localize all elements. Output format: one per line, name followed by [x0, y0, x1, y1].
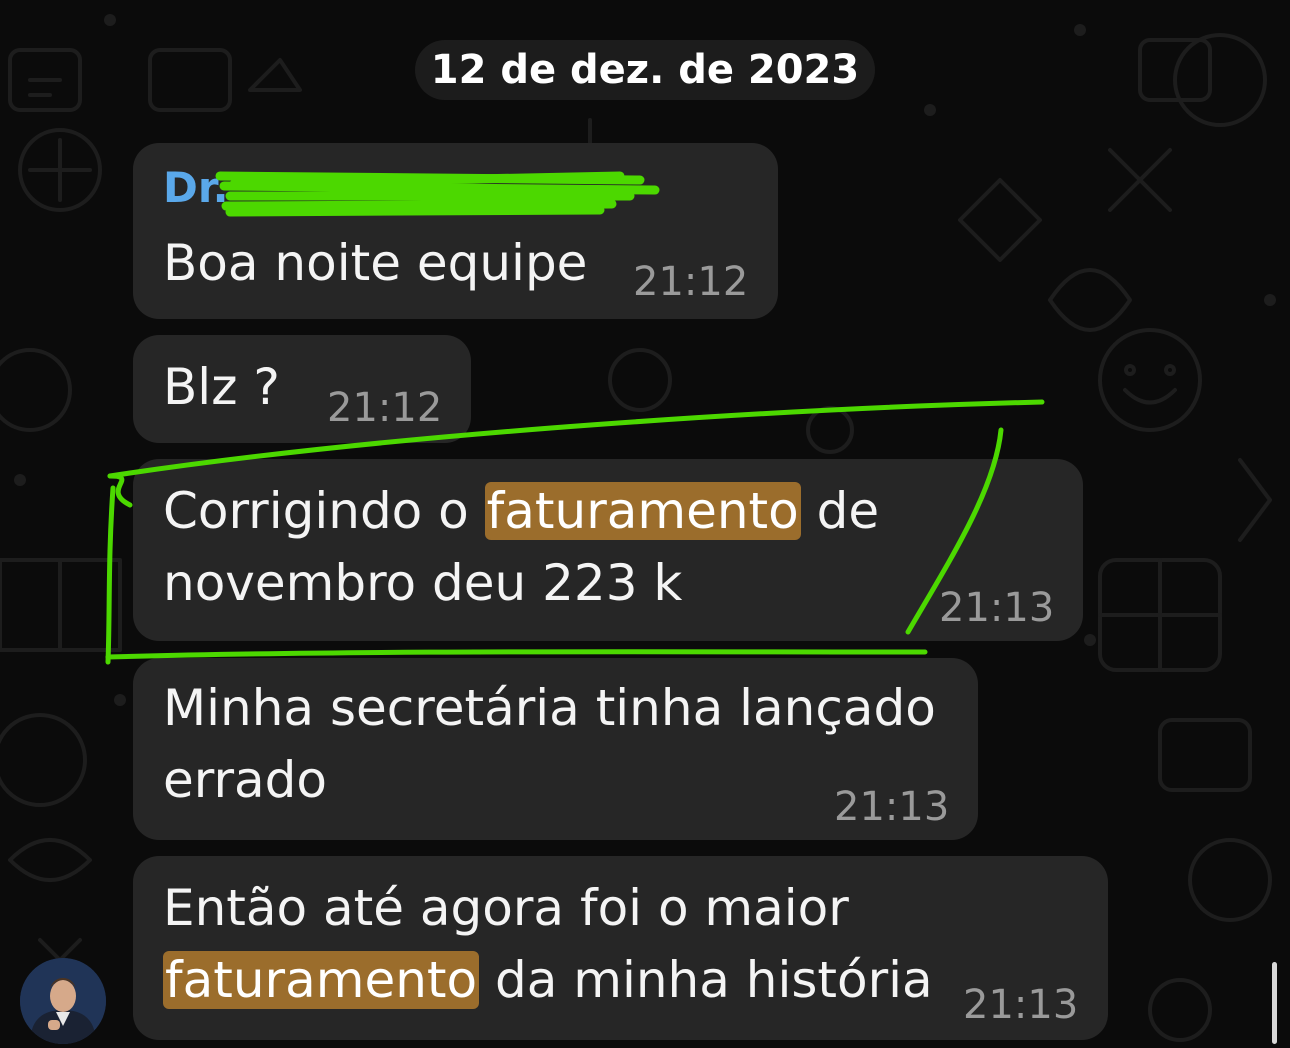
date-separator: 12 de dez. de 2023: [415, 40, 875, 100]
message-bubble-4[interactable]: Minha secretária tinha lançado errado 21…: [133, 658, 978, 840]
message-text-line-1: Então até agora foi o maior: [163, 879, 849, 937]
search-highlight: faturamento: [484, 482, 801, 540]
text-segment: da minha história: [479, 951, 933, 1009]
search-highlight: faturamento: [163, 951, 480, 1009]
message-time: 21:12: [633, 259, 749, 305]
sender-avatar[interactable]: [20, 958, 106, 1044]
avatar-photo-icon: [20, 958, 106, 1044]
message-time: 21:12: [327, 385, 443, 431]
message-bubble-5[interactable]: Então até agora foi o maior faturamento …: [133, 856, 1108, 1040]
message-text-line-1: Minha secretária tinha lançado: [163, 679, 936, 737]
message-time: 21:13: [963, 982, 1079, 1028]
message-time: 21:13: [834, 784, 950, 830]
message-text-line-2: faturamento da minha história: [163, 944, 933, 1016]
message-text: Blz ?: [163, 358, 280, 416]
message-bubble-2[interactable]: Blz ? 21:12: [133, 335, 471, 443]
message-time: 21:13: [939, 585, 1055, 631]
message-bubble-1[interactable]: Dr. Boa noite equipe 21:12: [133, 143, 778, 319]
message-text: Boa noite equipe: [163, 234, 588, 292]
message-text-line-2: novembro deu 223 k: [163, 554, 683, 612]
text-segment: de: [800, 482, 880, 540]
sender-name[interactable]: Dr.: [163, 163, 229, 212]
message-bubble-3[interactable]: Corrigindo o faturamento de novembro deu…: [133, 459, 1083, 641]
message-text-line-2: errado: [163, 751, 327, 809]
message-text-line-1: Corrigindo o faturamento de: [163, 475, 879, 547]
scrollbar[interactable]: [1272, 962, 1277, 1044]
text-segment: Corrigindo o: [163, 482, 485, 540]
